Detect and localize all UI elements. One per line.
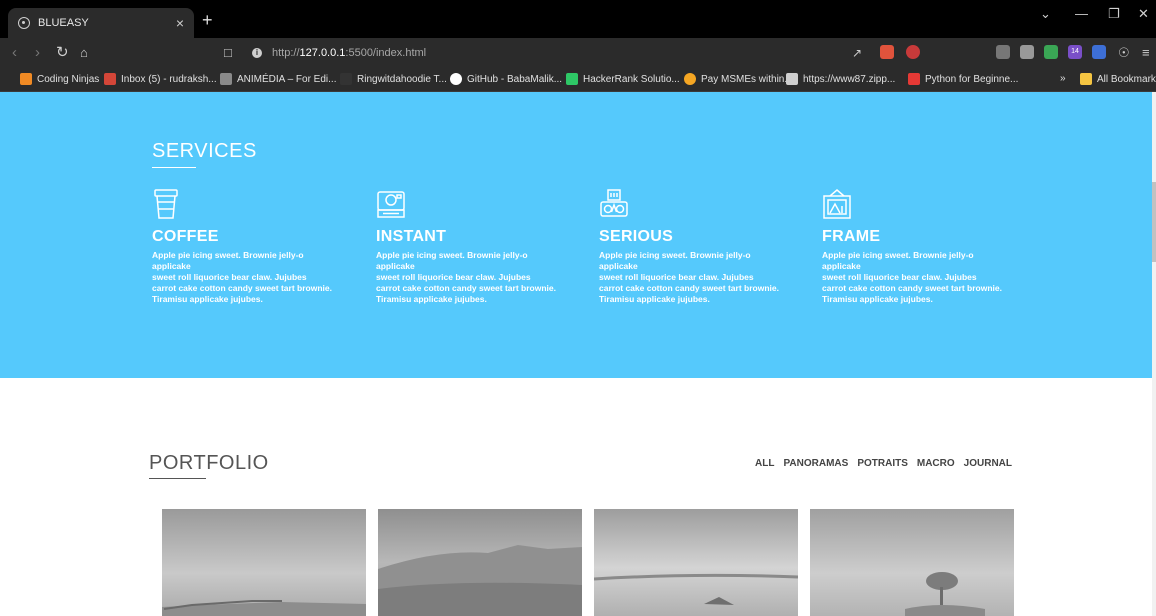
bookmark-zipp[interactable]: https://www87.zipp... — [786, 73, 895, 85]
coffee-cup-icon — [154, 189, 178, 219]
portfolio-title: PORTFOLIO — [149, 452, 269, 474]
bookmark-github[interactable]: GitHub - BabaMalik... — [450, 73, 562, 85]
extensions-menu-icon[interactable]: ☉ — [1118, 43, 1130, 63]
globe-icon — [18, 17, 30, 29]
instant-camera-icon — [377, 191, 405, 218]
service-description: Apple pie icing sweet. Brownie jelly-o a… — [152, 250, 332, 304]
browser-tab[interactable]: BLUEASY × — [8, 8, 194, 38]
animedia-icon — [220, 73, 232, 85]
portfolio-title-underline — [149, 478, 206, 479]
services-title-underline — [152, 167, 196, 168]
bookmark-pay-msmes[interactable]: Pay MSMEs within... — [684, 73, 793, 85]
portfolio-image-pier[interactable] — [162, 509, 366, 616]
filter-all[interactable]: ALL — [755, 458, 774, 469]
service-card-frame: FRAME Apple pie icing sweet. Brownie jel… — [822, 188, 1022, 305]
home-icon[interactable]: ⌂ — [80, 43, 88, 63]
github-icon — [450, 73, 462, 85]
service-name: SERIOUS — [599, 228, 674, 245]
browser-tab-bar: BLUEASY × + ⌄ — ❐ ✕ — [0, 0, 1156, 38]
tab-close-icon[interactable]: × — [176, 15, 184, 31]
maximize-icon[interactable]: ❐ — [1108, 6, 1120, 22]
bookmark-coding-ninjas[interactable]: Coding Ninjas — [20, 73, 99, 85]
coding-ninjas-icon — [20, 73, 32, 85]
url-host: 127.0.0.1 — [299, 47, 346, 59]
brave-shield-icon[interactable] — [880, 45, 894, 59]
bookmark-python[interactable]: Python for Beginne... — [908, 73, 1018, 85]
filter-macro[interactable]: MACRO — [917, 458, 955, 469]
service-card-serious: SERIOUS Apple pie icing sweet. Brownie j… — [599, 188, 799, 305]
bookmark-ringwitdahoodie[interactable]: Ringwitdahoodie T... — [340, 73, 447, 85]
coast-photo — [378, 509, 582, 616]
folder-icon — [1080, 73, 1092, 85]
url-scheme: http:// — [272, 47, 300, 59]
bookmark-gmail[interactable]: Inbox (5) - rudraksh... — [104, 73, 217, 85]
service-name: INSTANT — [376, 228, 447, 245]
service-card-instant: INSTANT Apple pie icing sweet. Brownie j… — [376, 188, 576, 305]
tab-search-chevron-icon[interactable]: ⌄ — [1040, 6, 1051, 22]
service-name: FRAME — [822, 228, 881, 245]
youtube-icon — [908, 73, 920, 85]
forward-icon[interactable]: › — [35, 43, 40, 63]
bookmark-hackerrank[interactable]: HackerRank Solutio... — [566, 73, 680, 85]
service-description: Apple pie icing sweet. Brownie jelly-o a… — [376, 250, 556, 304]
new-tab-button[interactable]: + — [202, 10, 213, 30]
minimize-icon[interactable]: — — [1075, 6, 1088, 21]
green-extension-icon[interactable] — [1044, 45, 1058, 59]
filter-journal[interactable]: JOURNAL — [964, 458, 1012, 469]
brave-rewards-icon[interactable] — [906, 45, 920, 59]
share-icon[interactable]: ↗ — [852, 43, 862, 63]
service-name: COFFEE — [152, 228, 219, 245]
service-description: Apple pie icing sweet. Brownie jelly-o a… — [599, 250, 779, 304]
puzzle-extension-icon[interactable] — [1020, 45, 1034, 59]
picture-frame-icon — [823, 189, 851, 219]
services-title: SERVICES — [152, 140, 257, 162]
service-description: Apple pie icing sweet. Brownie jelly-o a… — [822, 250, 1002, 304]
services-section: SERVICES COFFEE Apple pie icing sweet. B… — [0, 92, 1156, 378]
bookmarks-bar: Coding Ninjas Inbox (5) - rudraksh... AN… — [0, 68, 1156, 92]
portfolio-image-island-tree[interactable] — [810, 509, 1014, 616]
sea-photo — [594, 509, 798, 616]
bookmark-animedia[interactable]: ANIMÉDIA – For Edi... — [220, 73, 336, 85]
url-field[interactable]: i http:// 127.0.0.1 :5500/index.html — [252, 44, 426, 62]
film-camera-icon — [600, 189, 628, 217]
filter-panoramas[interactable]: PANORAMAS — [783, 458, 848, 469]
bookmarks-overflow-icon[interactable]: » — [1060, 73, 1066, 84]
tab-title: BLUEASY — [38, 17, 89, 29]
ringwitdahoodie-icon — [340, 73, 352, 85]
island-tree-photo — [810, 509, 1014, 616]
portfolio-image-sea[interactable] — [594, 509, 798, 616]
window-close-icon[interactable]: ✕ — [1138, 6, 1149, 22]
reload-icon[interactable]: ↻ — [56, 43, 69, 63]
pier-photo — [162, 509, 366, 616]
page-scrollbar[interactable] — [1152, 92, 1156, 616]
site-info-icon[interactable]: i — [252, 48, 262, 58]
url-path: :5500/index.html — [345, 47, 427, 59]
gmail-icon — [104, 73, 116, 85]
scrollbar-thumb[interactable] — [1152, 182, 1156, 262]
grid-icon — [786, 73, 798, 85]
blue-extension-icon[interactable] — [1092, 45, 1106, 59]
pay-msmes-icon — [684, 73, 696, 85]
all-bookmarks-folder[interactable]: All Bookmarks — [1080, 73, 1156, 85]
back-icon[interactable]: ‹ — [12, 43, 17, 63]
bookmark-page-icon[interactable]: □ — [224, 43, 232, 63]
filter-potraits[interactable]: POTRAITS — [857, 458, 908, 469]
portfolio-filters: ALL PANORAMAS POTRAITS MACRO JOURNAL — [755, 458, 1012, 469]
extension-badge-icon[interactable]: 14 — [1068, 45, 1082, 59]
service-card-coffee: COFFEE Apple pie icing sweet. Brownie je… — [152, 188, 352, 305]
browser-menu-icon[interactable]: ≡ — [1142, 43, 1150, 63]
address-bar-row: ‹ › ↻ ⌂ □ i http:// 127.0.0.1 :5500/inde… — [0, 38, 1156, 68]
portfolio-image-coast[interactable] — [378, 509, 582, 616]
hackerrank-icon — [566, 73, 578, 85]
extension-icon[interactable] — [996, 45, 1010, 59]
